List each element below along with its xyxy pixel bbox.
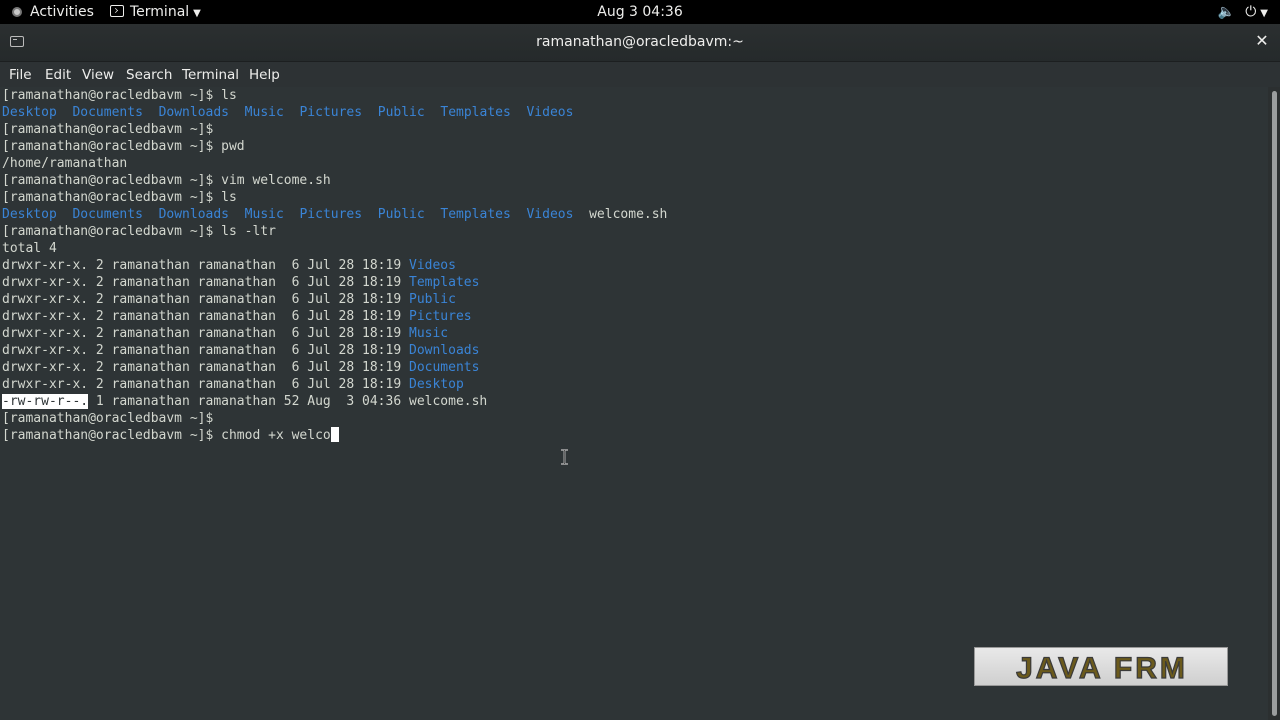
ls-dir: Music — [244, 105, 284, 120]
terminal-output[interactable]: [ramanathan@oracledbavm ~]$ ls Desktop D… — [0, 87, 1268, 720]
ltr-dir: Documents — [409, 360, 480, 375]
menu-bar: File Edit View Search Terminal Help — [0, 62, 1280, 87]
selected-text[interactable]: -rw-rw-r--. — [2, 394, 89, 409]
ltr-meta: drwxr-xr-x. 2 ramanathan ramanathan 6 Ju… — [2, 326, 409, 341]
ltr-row: drwxr-xr-x. 2 ramanathan ramanathan 6 Ju… — [2, 325, 448, 342]
ls-dir: Public — [377, 207, 425, 222]
ltr-row: drwxr-xr-x. 2 ramanathan ramanathan 6 Ju… — [2, 291, 456, 308]
ltr-meta: drwxr-xr-x. 2 ramanathan ramanathan 6 Ju… — [2, 309, 409, 324]
ltr-meta: drwxr-xr-x. 2 ramanathan ramanathan 6 Ju… — [2, 258, 409, 273]
clock[interactable]: Aug 3 04:36 — [0, 3, 1280, 21]
ltr-dir: Music — [409, 326, 449, 341]
watermark-text: JAVA FRM — [1016, 652, 1188, 685]
ls-dir: Desktop — [2, 105, 57, 120]
terminal-line: [ramanathan@oracledbavm ~]$ — [2, 122, 214, 137]
text-cursor — [330, 427, 339, 442]
prompt: [ramanathan@oracledbavm ~]$ — [2, 428, 214, 443]
ls-dir: Pictures — [299, 207, 363, 222]
terminal-line: [ramanathan@oracledbavm ~]$ ls — [2, 88, 237, 103]
ls-output-line: Desktop Documents Downloads Music Pictur… — [2, 104, 573, 121]
terminal-line: [ramanathan@oracledbavm ~]$ vim welcome.… — [2, 173, 331, 188]
ltr-row: drwxr-xr-x. 2 ramanathan ramanathan 6 Ju… — [2, 274, 479, 291]
volume-icon: 🔈 — [1217, 4, 1236, 20]
ltr-dir: Pictures — [409, 309, 472, 324]
ls-dir: Videos — [526, 105, 574, 120]
window-title: ramanathan@oracledbavm:~ — [536, 34, 744, 50]
menu-search[interactable]: Search — [126, 65, 172, 85]
ltr-meta: drwxr-xr-x. 2 ramanathan ramanathan 6 Ju… — [2, 343, 409, 358]
scrollbar-thumb[interactable] — [1272, 91, 1277, 716]
ltr-dir: Downloads — [409, 343, 480, 358]
terminal-line: [ramanathan@oracledbavm ~]$ pwd — [2, 139, 245, 154]
ltr-row: drwxr-xr-x. 2 ramanathan ramanathan 6 Ju… — [2, 376, 464, 393]
terminal-line: [ramanathan@oracledbavm ~]$ — [2, 411, 214, 426]
menu-file[interactable]: File — [9, 65, 32, 85]
ls-dir: Videos — [526, 207, 574, 222]
ltr-row: drwxr-xr-x. 2 ramanathan ramanathan 6 Ju… — [2, 257, 456, 274]
terminal-line: /home/ramanathan — [2, 156, 128, 171]
ls-dir: Public — [377, 105, 425, 120]
ltr-row: drwxr-xr-x. 2 ramanathan ramanathan 6 Ju… — [2, 308, 472, 325]
ltr-row: drwxr-xr-x. 2 ramanathan ramanathan 6 Ju… — [2, 342, 479, 359]
ltr-file-row: -rw-rw-r--. 1 ramanathan ramanathan 52 A… — [2, 393, 487, 410]
terminal-line: [ramanathan@oracledbavm ~]$ ls — [2, 190, 237, 205]
ls-dir: Desktop — [2, 207, 57, 222]
ltr-meta: 1 ramanathan ramanathan 52 Aug 3 04:36 w… — [88, 394, 488, 409]
ls-dir: Pictures — [299, 105, 363, 120]
ltr-meta: drwxr-xr-x. 2 ramanathan ramanathan 6 Ju… — [2, 275, 409, 290]
ls-dir: Downloads — [158, 207, 230, 222]
menu-terminal[interactable]: Terminal — [182, 65, 239, 85]
close-button[interactable]: ✕ — [1254, 32, 1270, 50]
ltr-dir: Templates — [409, 275, 480, 290]
ltr-meta: drwxr-xr-x. 2 ramanathan ramanathan 6 Ju… — [2, 377, 409, 392]
top-bar: Activities Terminal ▼ Aug 3 04:36 🔈 ⏻ ▼ — [0, 0, 1280, 24]
ls-dir: Templates — [440, 207, 511, 222]
ltr-meta: drwxr-xr-x. 2 ramanathan ramanathan 6 Ju… — [2, 292, 409, 307]
watermark-logo: JAVA FRM — [974, 647, 1228, 686]
ls-dir: Documents — [72, 105, 143, 120]
ls-file: welcome.sh — [589, 207, 668, 222]
current-input[interactable]: chmod +x welco — [221, 428, 331, 443]
scrollbar[interactable] — [1268, 87, 1280, 720]
ltr-row: drwxr-xr-x. 2 ramanathan ramanathan 6 Ju… — [2, 359, 479, 376]
chevron-down-icon: ▼ — [1260, 8, 1268, 19]
menu-edit[interactable]: Edit — [45, 65, 71, 85]
terminal-line: total 4 — [2, 241, 57, 256]
ls-dir: Downloads — [158, 105, 230, 120]
ls-dir: Templates — [440, 105, 511, 120]
ls-dir: Documents — [72, 207, 143, 222]
ltr-dir: Desktop — [409, 377, 464, 392]
mouse-cursor-icon — [561, 449, 568, 465]
title-bar[interactable]: ramanathan@oracledbavm:~ ✕ — [0, 24, 1280, 62]
terminal-line: [ramanathan@oracledbavm ~]$ ls -ltr — [2, 224, 276, 239]
menu-help[interactable]: Help — [249, 65, 280, 85]
ls-output-line: Desktop Documents Downloads Music Pictur… — [2, 206, 667, 223]
ltr-dir: Public — [409, 292, 456, 307]
power-icon: ⏻ — [1245, 4, 1257, 20]
ltr-dir: Videos — [409, 258, 456, 273]
terminal-input-line[interactable]: [ramanathan@oracledbavm ~]$ chmod +x wel… — [2, 427, 339, 444]
ltr-meta: drwxr-xr-x. 2 ramanathan ramanathan 6 Ju… — [2, 360, 409, 375]
menu-view[interactable]: View — [82, 65, 114, 85]
ls-dir: Music — [244, 207, 284, 222]
terminal-window: ramanathan@oracledbavm:~ ✕ File Edit Vie… — [0, 24, 1280, 720]
system-menu[interactable]: 🔈 ⏻ ▼ — [1208, 3, 1268, 21]
watermark-logo-graphic: JAVA FRM — [1016, 651, 1188, 685]
